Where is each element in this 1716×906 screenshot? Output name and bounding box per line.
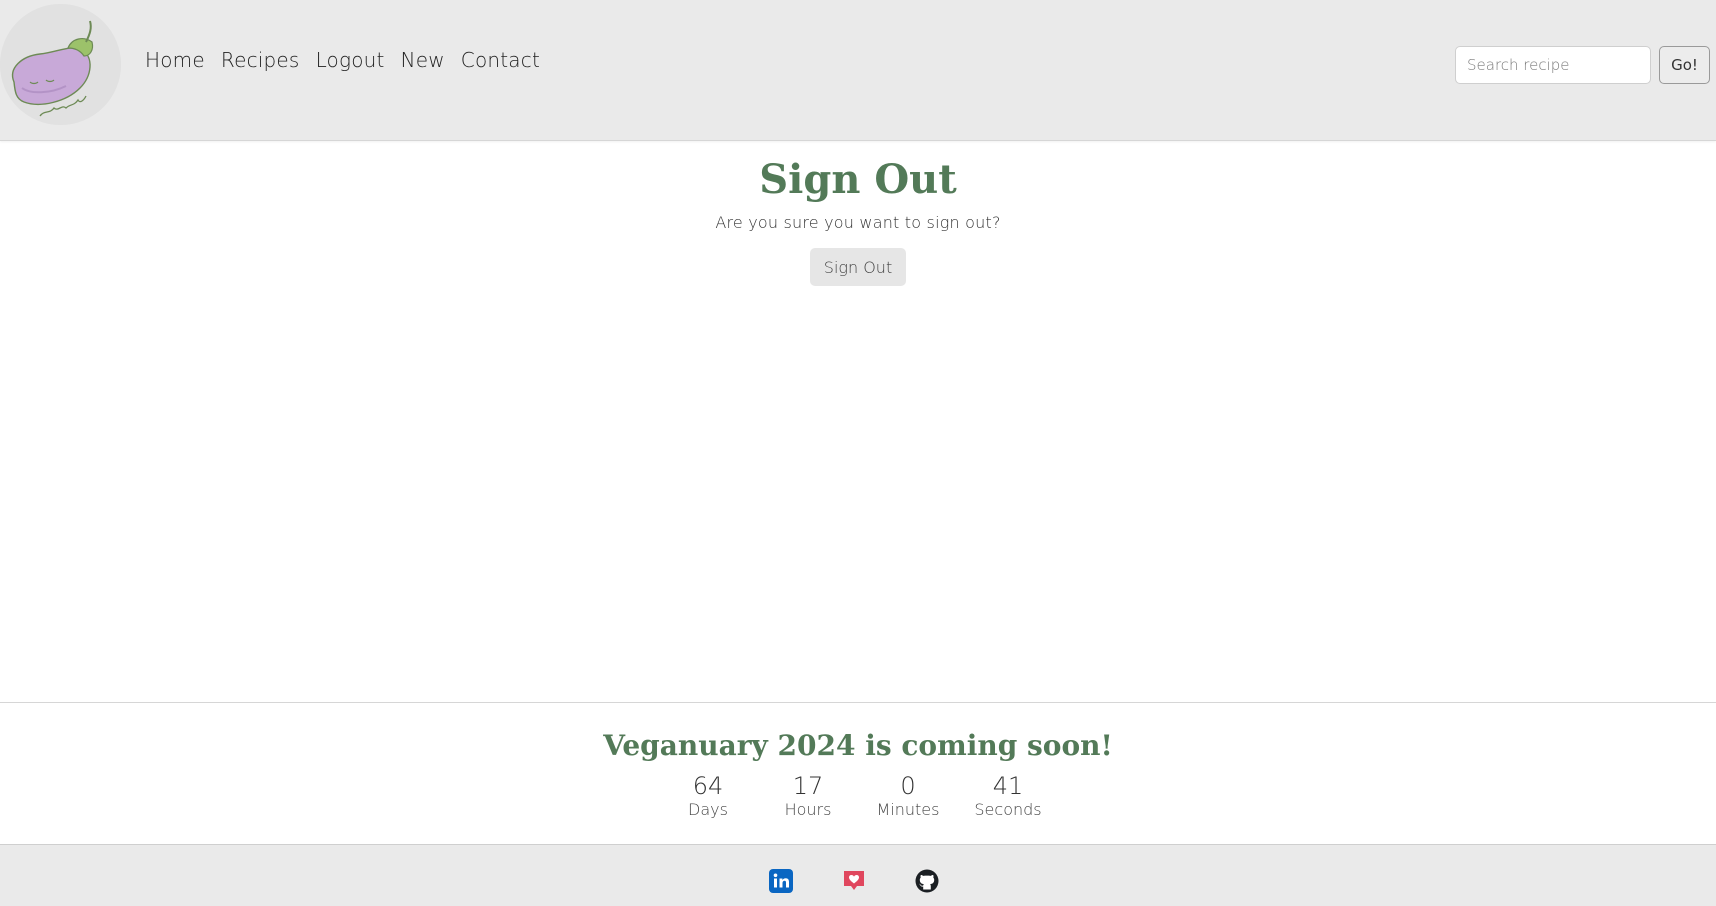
seconds-label: Seconds — [974, 800, 1042, 819]
nav-contact-link[interactable]: Contact — [461, 48, 540, 72]
countdown-days: 64 Days — [658, 774, 758, 819]
sign-out-button[interactable]: Sign Out — [809, 248, 907, 286]
nav-recipes-link[interactable]: Recipes — [221, 48, 300, 72]
heart-message-icon[interactable] — [842, 869, 866, 893]
hours-value: 17 — [792, 772, 824, 800]
page-footer — [0, 845, 1716, 906]
countdown-timer: 64 Days 17 Hours 0 Minutes 41 Seconds — [0, 774, 1716, 819]
social-links — [769, 869, 939, 893]
countdown-title: Veganuary 2024 is coming soon! — [603, 729, 1113, 762]
search-input[interactable] — [1455, 46, 1651, 84]
nav-logout-link[interactable]: Logout — [316, 48, 385, 72]
nav-home-link[interactable]: Home — [145, 48, 205, 72]
go-button[interactable]: Go! — [1659, 46, 1710, 84]
countdown-hours: 17 Hours — [758, 774, 858, 819]
hours-label: Hours — [784, 800, 832, 819]
minutes-value: 0 — [900, 772, 916, 800]
linkedin-icon[interactable] — [769, 869, 793, 893]
top-navbar: Home Recipes Logout New Contact Go! — [0, 0, 1716, 141]
main-nav: Home Recipes Logout New Contact — [145, 48, 540, 72]
countdown-minutes: 0 Minutes — [858, 774, 958, 819]
site-logo[interactable] — [0, 4, 121, 125]
countdown-seconds: 41 Seconds — [958, 774, 1058, 819]
signout-confirmation-text: Are you sure you want to sign out? — [715, 213, 1001, 232]
nav-new-link[interactable]: New — [401, 48, 445, 72]
eggplant-logo-icon — [0, 4, 121, 125]
seconds-value: 41 — [992, 772, 1024, 800]
page-title: Sign Out — [759, 156, 957, 203]
veganuary-countdown: Veganuary 2024 is coming soon! 64 Days 1… — [0, 702, 1716, 845]
days-value: 64 — [692, 772, 724, 800]
search-form: Go! — [1455, 46, 1710, 84]
github-icon[interactable] — [915, 869, 939, 893]
days-label: Days — [688, 800, 728, 819]
minutes-label: Minutes — [876, 800, 940, 819]
main-content: Sign Out Are you sure you want to sign o… — [0, 142, 1716, 286]
